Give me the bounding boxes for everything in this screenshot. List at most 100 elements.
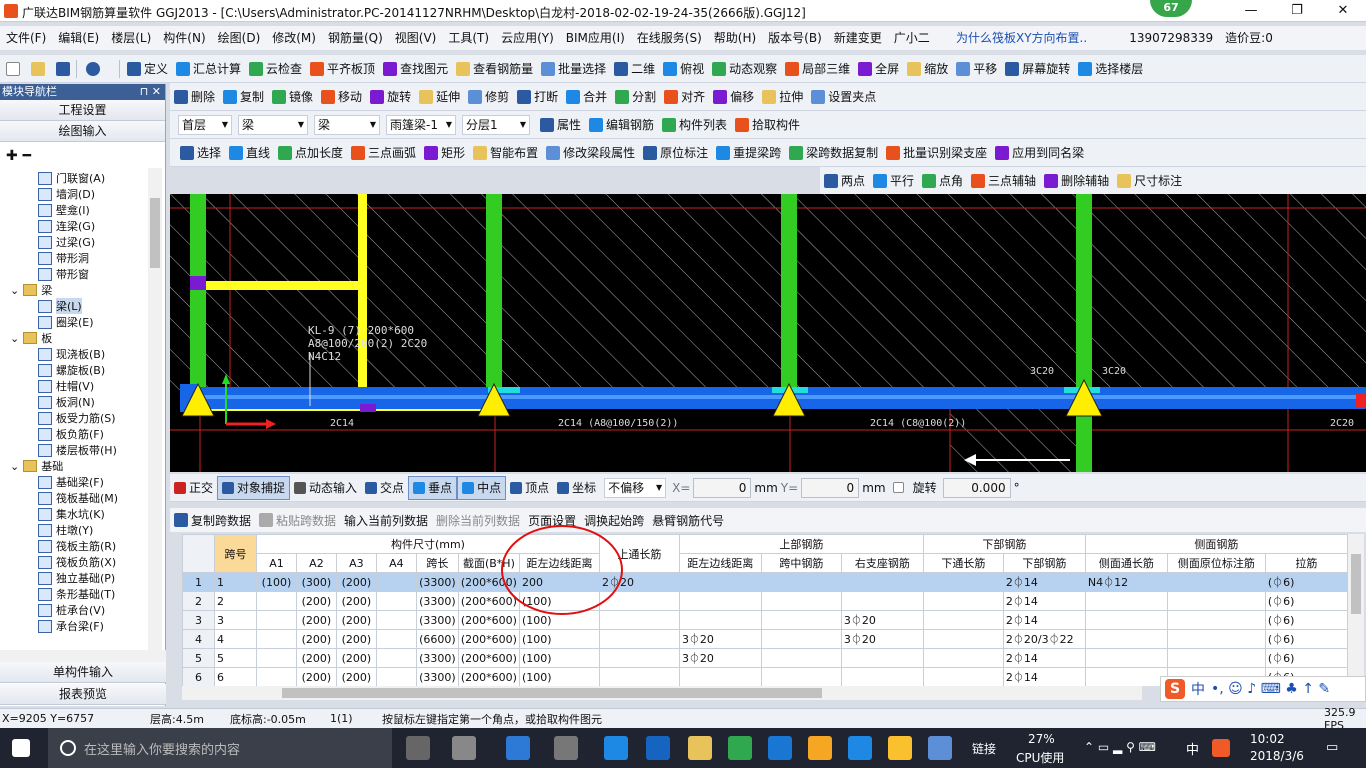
table-cell[interactable]: 6	[182, 667, 215, 686]
toolbar-draw-item[interactable]: 直线	[225, 141, 274, 165]
menu-item[interactable]: 广小二	[888, 26, 936, 50]
toolbar-main-item[interactable]: 动态观察	[708, 57, 781, 81]
tree-item[interactable]: 圈梁(E)	[10, 314, 165, 330]
category-select[interactable]: 梁 ▼	[238, 114, 308, 135]
open-folder-icon[interactable]	[31, 61, 45, 76]
table-cell[interactable]: (200)	[295, 591, 337, 611]
toolbar-main-item[interactable]: 缩放	[903, 57, 952, 81]
table-cell[interactable]	[840, 572, 924, 592]
menu-item[interactable]: 绘图(D)	[212, 26, 267, 50]
toolbar-edit-item[interactable]: 对齐	[660, 85, 709, 109]
snap-item[interactable]: 对象捕捉	[217, 475, 291, 500]
col-header-span[interactable]: 跨号	[213, 534, 257, 573]
ime-mode-label[interactable]: 中	[1191, 679, 1205, 699]
table-cell[interactable]: (⏀6)	[1264, 591, 1348, 611]
tree-item[interactable]: 条形基础(T)	[10, 586, 165, 602]
toolbar-draw-item[interactable]: 批量识别梁支座	[882, 141, 991, 165]
table-cell[interactable]	[598, 610, 680, 630]
table-cell[interactable]: (100)	[518, 629, 600, 649]
expand-arrow-icon[interactable]: ⌄	[10, 284, 19, 297]
table-cell[interactable]: 2	[182, 591, 215, 611]
toolbar-main-item[interactable]: 查找图元	[379, 57, 452, 81]
tree-item[interactable]: 板受力筋(S)	[10, 410, 165, 426]
table-cell[interactable]	[375, 610, 417, 630]
table-cell[interactable]: 3	[182, 610, 215, 630]
snap-item[interactable]: 正交	[170, 476, 217, 500]
table-cell[interactable]: 5	[213, 648, 257, 668]
table-cell[interactable]	[922, 572, 1004, 592]
table-cell[interactable]: 2⏀14	[1002, 667, 1086, 686]
tree-item[interactable]: 筏板负筋(X)	[10, 554, 165, 570]
col-header[interactable]: 侧面原位标注筋	[1166, 553, 1266, 573]
nav-single-component[interactable]: 单构件输入	[0, 662, 166, 683]
col-header[interactable]: A1	[255, 553, 297, 573]
toolbar-draw-item[interactable]: 三点画弧	[347, 141, 420, 165]
menu-item[interactable]: 视图(V)	[389, 26, 443, 50]
table-cell[interactable]: 1	[213, 572, 257, 592]
tree-item[interactable]: 桩承台(V)	[10, 602, 165, 618]
tree-item[interactable]: 现浇板(B)	[10, 346, 165, 362]
notification-badge[interactable]: 67	[1150, 0, 1192, 17]
layer-select[interactable]: 分层1 ▼	[462, 114, 530, 135]
table-cell[interactable]	[840, 667, 924, 686]
table-cell[interactable]	[598, 629, 680, 649]
toolbar-draw-item[interactable]: 智能布置	[469, 141, 542, 165]
table-cell[interactable]: 2⏀20/3⏀22	[1002, 629, 1086, 649]
360-icon[interactable]	[728, 736, 752, 760]
table-cell[interactable]	[598, 648, 680, 668]
table-cell[interactable]	[1166, 648, 1266, 668]
taskbar-search[interactable]: 在这里输入你要搜索的内容	[48, 728, 392, 768]
table-cell[interactable]: 2⏀14	[1002, 648, 1086, 668]
tree-item[interactable]: 筏板主筋(R)	[10, 538, 165, 554]
table-cell[interactable]	[922, 667, 1004, 686]
menu-item[interactable]: 版本号(B)	[762, 26, 828, 50]
snap-item[interactable]: 中点	[457, 475, 507, 500]
table-cell[interactable]	[678, 572, 762, 592]
tree-item[interactable]: 独立基础(P)	[10, 570, 165, 586]
col-header[interactable]: 跨中钢筋	[760, 553, 842, 573]
table-cell[interactable]: (6600)	[415, 629, 459, 649]
table-tool-item[interactable]: 删除当前列数据	[432, 508, 524, 532]
table-cell[interactable]	[840, 591, 924, 611]
table-cell[interactable]	[678, 667, 762, 686]
table-cell[interactable]: (200*600)	[457, 610, 520, 630]
col-header[interactable]: 下通长筋	[922, 553, 1004, 573]
table-cell[interactable]	[255, 629, 297, 649]
toolbar-axis-item[interactable]: 删除辅轴	[1040, 169, 1113, 193]
toolbar-component-item[interactable]: 拾取构件	[731, 113, 804, 137]
table-cell[interactable]	[598, 667, 680, 686]
type-select[interactable]: 梁 ▼	[314, 114, 380, 135]
user-phone[interactable]: 13907298339	[1123, 26, 1219, 50]
price-beans[interactable]: 造价豆:0	[1219, 26, 1279, 50]
tree-item[interactable]: 板负筋(F)	[10, 426, 165, 442]
menu-item[interactable]: 修改(M)	[266, 26, 322, 50]
toolbar-edit-item[interactable]: 镜像	[268, 85, 317, 109]
tree-item[interactable]: 板洞(N)	[10, 394, 165, 410]
table-cell[interactable]	[1166, 629, 1266, 649]
col-header[interactable]: 侧面通长筋	[1084, 553, 1168, 573]
tree-item[interactable]: 楼层板带(H)	[10, 442, 165, 458]
tree-item[interactable]: 门联窗(A)	[10, 170, 165, 186]
toolbar-draw-item[interactable]: 矩形	[420, 141, 469, 165]
menu-item[interactable]: 云应用(Y)	[495, 26, 560, 50]
table-cell[interactable]	[760, 667, 842, 686]
toolbar-main-item[interactable]: 云检查	[245, 57, 306, 81]
ime-tools-icon[interactable]: •, ☺ ♪ ⌨ ♣ ↑ ✎	[1211, 681, 1330, 697]
table-cell[interactable]: (100)	[518, 610, 600, 630]
table-cell[interactable]	[1084, 591, 1168, 611]
table-cell[interactable]: (200*600)	[457, 591, 520, 611]
notification-icon[interactable]: ▭	[1326, 740, 1338, 755]
toolbar-edit-item[interactable]: 偏移	[709, 85, 758, 109]
table-cell[interactable]	[840, 648, 924, 668]
col-header[interactable]: 截面(B*H)	[457, 553, 520, 573]
toolbar-main-item[interactable]: 全屏	[854, 57, 903, 81]
table-cell[interactable]	[375, 667, 417, 686]
toolbar-component-item[interactable]: 构件列表	[658, 113, 731, 137]
table-vscrollbar[interactable]	[1348, 534, 1364, 686]
table-cell[interactable]	[922, 591, 1004, 611]
message-app-icon[interactable]	[928, 736, 952, 760]
floor-select[interactable]: 首层 ▼	[178, 114, 232, 135]
toolbar-edit-item[interactable]: 修剪	[464, 85, 513, 109]
table-cell[interactable]: (200)	[295, 667, 337, 686]
table-cell[interactable]	[255, 610, 297, 630]
